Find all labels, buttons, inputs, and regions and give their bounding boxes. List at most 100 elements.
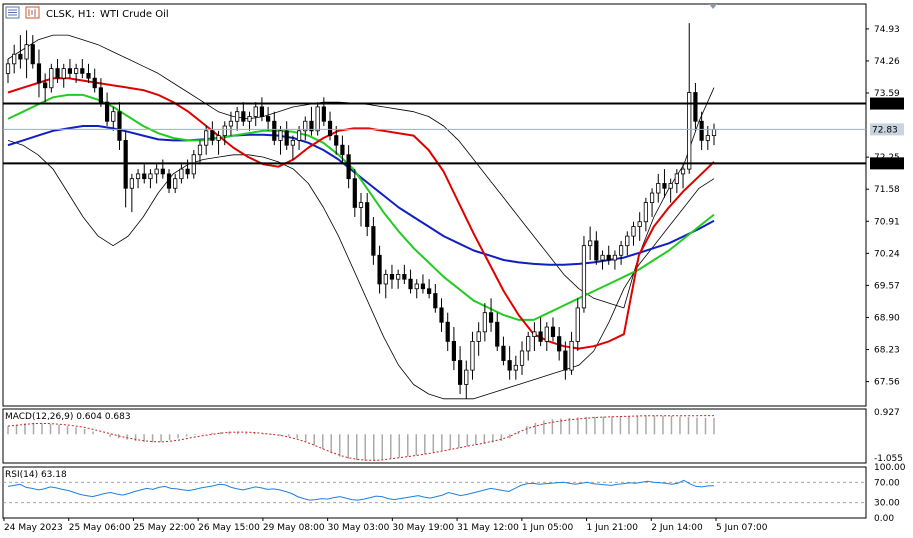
candle-body	[135, 173, 141, 180]
candle-body	[86, 72, 91, 79]
candle-body	[433, 293, 438, 309]
candle-body	[166, 173, 172, 189]
candle-body	[61, 68, 66, 79]
time-tick-label: 25 May 22:00	[133, 523, 195, 533]
rsi-title: RSI(14) 63.18	[5, 470, 67, 480]
candle-body	[563, 350, 568, 371]
candle-body	[160, 168, 165, 175]
candle-body	[396, 273, 401, 280]
candle-body	[241, 111, 246, 122]
candle-body	[334, 135, 339, 146]
candle-body	[216, 135, 221, 141]
candle-body	[649, 192, 655, 204]
time-tick-label: 30 May 19:00	[392, 523, 454, 533]
candle-body	[600, 254, 605, 261]
candle-body	[117, 111, 122, 141]
candle-body	[67, 68, 73, 74]
rsi-tick-label: 70.00	[874, 478, 900, 488]
candle-body	[662, 183, 667, 189]
price-tick-label: 73.59	[874, 89, 900, 99]
candle[interactable]	[581, 236, 587, 313]
candle-body	[711, 128, 717, 137]
candle-body	[358, 202, 364, 208]
candle-body	[340, 144, 345, 156]
candle-body	[142, 173, 147, 180]
candle-body	[445, 321, 450, 342]
candle-body	[5, 63, 11, 74]
candle-body	[12, 53, 17, 65]
candle[interactable]	[315, 102, 320, 136]
rsi-tick-label: 30.00	[874, 499, 900, 509]
time-tick-label: 1 Jun 21:00	[587, 523, 639, 533]
instrument-name: WTI Crude Oil	[100, 9, 169, 20]
time-tick-label: 5 Jun 07:00	[716, 523, 768, 533]
candle-body	[519, 350, 525, 366]
time-tick-label: 29 May 08:00	[263, 523, 325, 533]
candle-body	[656, 183, 661, 194]
candle-body	[228, 120, 234, 127]
price-tick-label: 74.26	[874, 57, 900, 67]
candle-body	[557, 336, 562, 352]
candle-body	[470, 340, 475, 371]
candle-body	[197, 144, 203, 156]
candle-body	[550, 326, 556, 338]
candle-body	[104, 101, 110, 122]
candle-body	[365, 202, 370, 227]
candle-body	[352, 178, 357, 208]
time-tick-label: 2 Jun 14:00	[651, 523, 703, 533]
candle-body	[98, 87, 103, 103]
candle-body	[389, 273, 395, 280]
price-label-text: 72.12	[872, 159, 898, 169]
candle-body	[420, 283, 426, 290]
list-icon[interactable]	[5, 6, 20, 19]
candle-body	[247, 116, 252, 122]
candle-body	[594, 240, 599, 261]
candle-body	[488, 312, 494, 323]
candle-body	[24, 44, 29, 60]
chart-background	[0, 0, 913, 538]
candle-body	[637, 221, 642, 227]
candle-body	[427, 288, 432, 294]
candle-body	[222, 125, 227, 137]
candle-body	[507, 360, 512, 371]
candle-body	[588, 240, 593, 247]
price-tick-label: 69.57	[874, 281, 900, 291]
candle-body	[290, 139, 295, 146]
candle-body	[272, 120, 277, 141]
candle-body	[321, 106, 326, 122]
candle-body	[457, 360, 463, 385]
candle-body	[625, 235, 630, 247]
candle-body	[296, 130, 302, 141]
candle-body	[55, 68, 60, 79]
macd-tick-label: 0.927	[874, 408, 900, 418]
price-tick-label: 68.23	[874, 346, 900, 356]
candle-body	[408, 278, 413, 290]
candle-body	[668, 183, 673, 189]
time-tick-label: 25 May 06:00	[69, 523, 131, 533]
symbol-label: CLSK, H1:	[46, 9, 95, 20]
price-tick-label: 71.58	[874, 185, 900, 195]
candle-body	[383, 273, 388, 285]
candle-body	[346, 154, 351, 180]
candle-body	[210, 130, 215, 141]
candle-body	[18, 53, 23, 60]
candle-body	[501, 345, 506, 361]
price-tick-label: 74.93	[874, 25, 900, 35]
candle-body	[575, 307, 580, 342]
candle-body	[80, 68, 85, 74]
price-tick-label: 67.56	[874, 378, 900, 388]
candle-body	[476, 331, 481, 342]
candle-body	[43, 82, 48, 89]
candle-body	[179, 168, 184, 180]
candle-body	[680, 168, 686, 175]
candle-body	[266, 116, 271, 122]
candle-body	[414, 283, 419, 290]
candle-body	[693, 92, 698, 122]
candle-body	[532, 331, 537, 338]
candle-body	[674, 173, 679, 184]
candle-body	[631, 226, 636, 237]
candle-body	[315, 106, 320, 132]
candle-body	[148, 173, 153, 180]
candle-body	[154, 168, 159, 175]
chart-icon[interactable]	[25, 6, 40, 19]
